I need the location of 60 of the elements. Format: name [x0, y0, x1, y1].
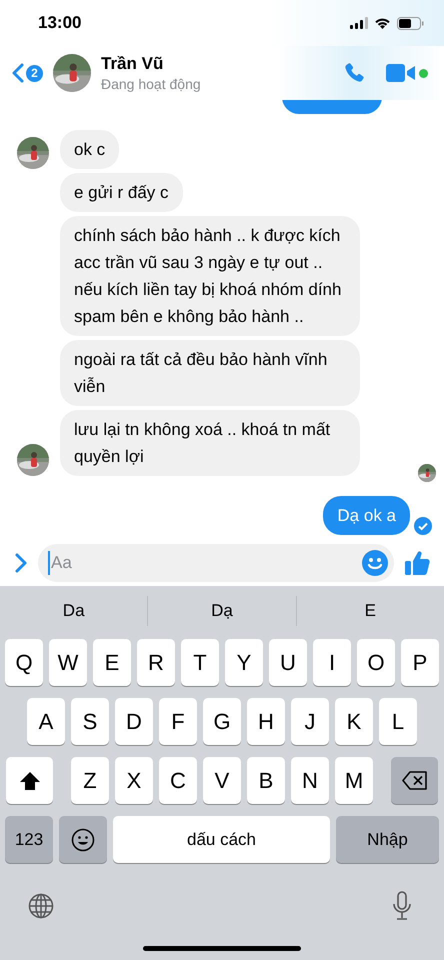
contact-name: Trần Vũ [101, 54, 164, 74]
text-cursor [48, 551, 50, 575]
word-suggestion[interactable]: Dạ [147, 596, 296, 626]
letter-key[interactable]: R [137, 639, 175, 686]
space-key[interactable]: dấu cách [113, 816, 330, 863]
letter-key[interactable]: H [247, 698, 285, 745]
letter-key[interactable]: U [269, 639, 307, 686]
message-bubble: Dạ ok a [323, 496, 410, 535]
letter-key[interactable]: T [181, 639, 219, 686]
letter-key[interactable]: S [71, 698, 109, 745]
like-icon[interactable] [404, 549, 432, 577]
message-field[interactable]: Aa [38, 544, 394, 582]
return-key[interactable]: Nhập [336, 816, 439, 863]
letter-key[interactable]: V [203, 757, 241, 804]
video-call-icon[interactable] [386, 63, 416, 83]
smiley-icon [71, 828, 95, 852]
letter-key[interactable]: G [203, 698, 241, 745]
word-suggestion[interactable]: Da [0, 596, 148, 626]
microphone-icon[interactable] [392, 891, 412, 921]
message-bubble: e gửi r đấy c [60, 173, 183, 212]
word-suggestion[interactable]: E [296, 596, 444, 626]
letter-key[interactable]: Y [225, 639, 263, 686]
active-status: Đang hoạt động [101, 76, 202, 92]
battery-icon [397, 16, 424, 30]
letter-key[interactable]: Q [5, 639, 43, 686]
letter-key[interactable]: M [335, 757, 373, 804]
letter-key[interactable]: L [379, 698, 417, 745]
emoji-icon[interactable] [362, 550, 388, 576]
message-bubble: chính sách bảo hành .. k được kích acc trần vũ sau 3 ngày e tự out .. nếu kích liền tay bị khoá nhóm dính spam bên e không bảo hành .. [60, 216, 360, 336]
letter-key[interactable]: P [401, 639, 439, 686]
shift-arrow-icon [18, 770, 40, 790]
numbers-key[interactable]: 123 [5, 816, 53, 863]
letter-key[interactable]: D [115, 698, 153, 745]
message-bubble: lưu lại tn không xoá .. khoá tn mất quyền lợi [60, 410, 360, 476]
letter-key[interactable]: N [291, 757, 329, 804]
seen-avatar [418, 464, 436, 482]
shift-key[interactable] [6, 757, 53, 804]
globe-icon[interactable] [28, 893, 54, 919]
letter-key[interactable]: E [93, 639, 131, 686]
letter-key[interactable]: X [115, 757, 153, 804]
wifi-icon [374, 17, 391, 29]
letter-key[interactable]: J [291, 698, 329, 745]
emoji-key[interactable] [59, 816, 107, 863]
clock-time: 13:00 [38, 13, 82, 33]
signal-icon [350, 17, 368, 29]
letter-key[interactable]: Z [71, 757, 109, 804]
letter-key[interactable]: C [159, 757, 197, 804]
expand-icon[interactable] [14, 552, 28, 574]
message-bubble: ok c [60, 130, 120, 169]
backspace-key[interactable] [391, 757, 438, 804]
letter-key[interactable]: F [159, 698, 197, 745]
avatar [53, 54, 91, 92]
letter-key[interactable]: W [49, 639, 87, 686]
letter-key[interactable]: I [313, 639, 351, 686]
letter-key[interactable]: K [335, 698, 373, 745]
backspace-icon [402, 771, 428, 790]
letter-key[interactable]: A [27, 698, 65, 745]
message-bubble: ngoài ra tất cả đều bảo hành vĩnh viễn [60, 340, 360, 406]
letter-key[interactable]: B [247, 757, 285, 804]
letter-key[interactable]: O [357, 639, 395, 686]
